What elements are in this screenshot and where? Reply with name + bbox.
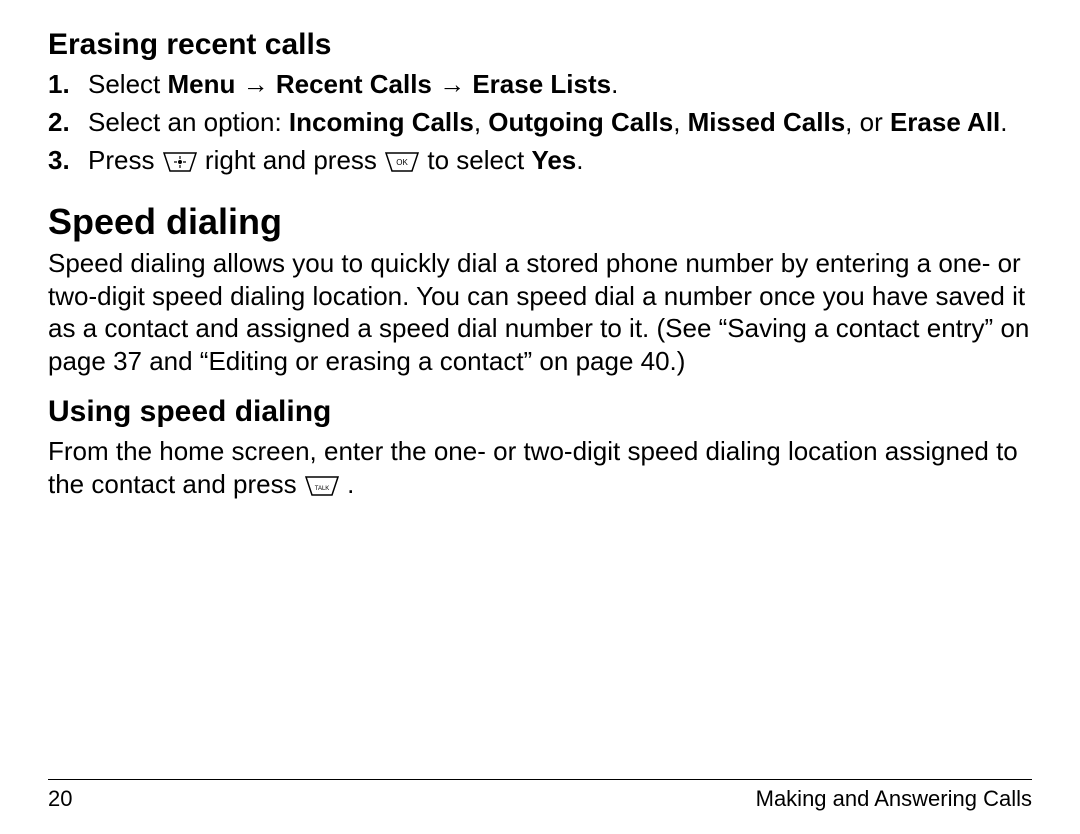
speed-dialing-body: Speed dialing allows you to quickly dial… (48, 247, 1032, 377)
steps-list: Select Menu → Recent Calls → Erase Lists… (48, 68, 1032, 177)
text: . (347, 469, 354, 499)
step-3: Press right and press OK to select Yes. (48, 144, 1032, 178)
text: Press (88, 145, 162, 175)
option-yes: Yes (531, 145, 576, 175)
text: . (611, 69, 618, 99)
text: From the home screen, enter the one- or … (48, 436, 1018, 499)
text: . (576, 145, 583, 175)
option-outgoing: Outgoing Calls (488, 107, 673, 137)
step-1: Select Menu → Recent Calls → Erase Lists… (48, 68, 1032, 102)
heading-erasing-recent-calls: Erasing recent calls (48, 28, 1032, 62)
option-incoming: Incoming Calls (289, 107, 474, 137)
manual-page: Erasing recent calls Select Menu → Recen… (0, 0, 1080, 834)
text: . (1000, 107, 1007, 137)
option-erase-all: Erase All (890, 107, 1000, 137)
option-missed: Missed Calls (688, 107, 846, 137)
text: , or (845, 107, 890, 137)
heading-speed-dialing: Speed dialing (48, 201, 1032, 243)
chapter-title: Making and Answering Calls (756, 786, 1032, 812)
text: , (474, 107, 488, 137)
text: , (673, 107, 687, 137)
text: Select (88, 69, 168, 99)
text: Select an option: (88, 107, 289, 137)
svg-text:OK: OK (396, 158, 408, 167)
ok-key-icon: OK (384, 151, 420, 173)
step-2: Select an option: Incoming Calls, Outgoi… (48, 106, 1032, 140)
page-footer: 20 Making and Answering Calls (48, 779, 1032, 812)
text: to select (427, 145, 531, 175)
page-number: 20 (48, 786, 72, 812)
heading-using-speed-dialing: Using speed dialing (48, 395, 1032, 429)
svg-text:TALK: TALK (315, 486, 330, 492)
text: right and press (205, 145, 384, 175)
nav-key-icon (162, 151, 198, 173)
using-speed-dialing-body: From the home screen, enter the one- or … (48, 435, 1032, 500)
talk-key-icon: TALK (304, 475, 340, 497)
menu-path: Menu → Recent Calls → Erase Lists (168, 69, 612, 99)
